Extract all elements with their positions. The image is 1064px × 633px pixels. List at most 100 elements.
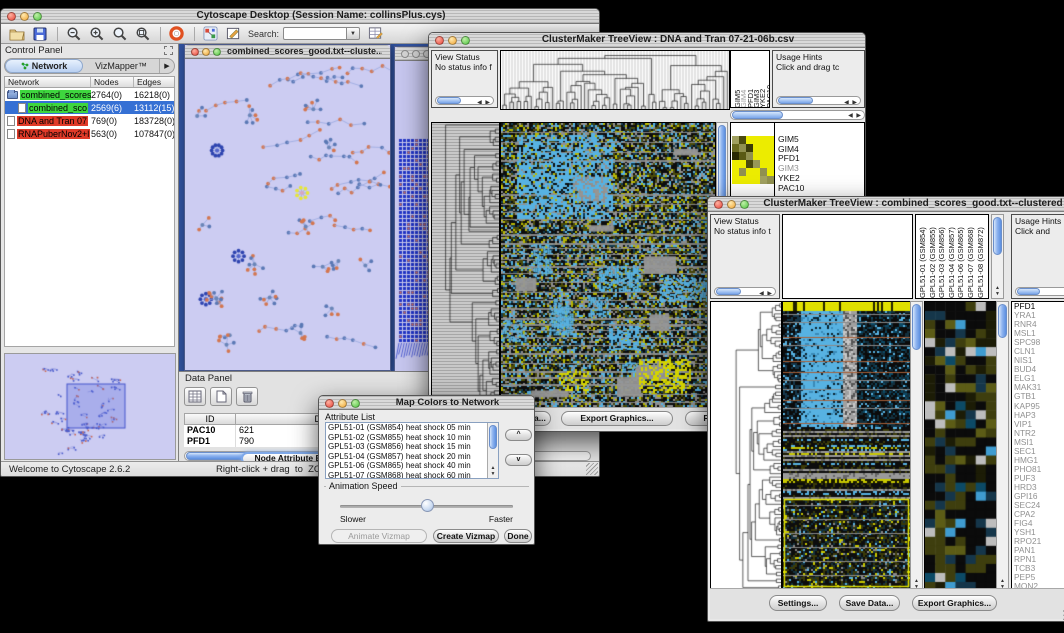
scrollbar-thumb[interactable]: [437, 97, 461, 104]
attribute-item[interactable]: GPL51-07 (GSM868) heat shock 60 min: [326, 471, 498, 480]
scroll-arrows[interactable]: ▲▼: [992, 285, 1003, 297]
zoom-selected-button[interactable]: [132, 25, 153, 42]
scrollbar-thumb[interactable]: [778, 97, 813, 104]
hscrollbar-thumb[interactable]: [732, 111, 783, 119]
table-edit-button[interactable]: [365, 25, 386, 42]
vscrollbar-thumb[interactable]: [993, 217, 1002, 255]
scrollbar-thumb[interactable]: [716, 288, 741, 295]
network-canvas[interactable]: [185, 59, 390, 370]
save-icon: [33, 27, 47, 41]
network-list-row[interactable]: RNAPuberNov2+l563(0)107847(0): [5, 127, 174, 140]
scroll-arrows[interactable]: ◀ ▶: [477, 98, 491, 105]
tab-overflow-button[interactable]: ▶: [159, 59, 174, 73]
network-list-row[interactable]: DNA and Tran 07769(0)183728(0): [5, 114, 174, 127]
status-scrollbar[interactable]: ◀ ▶: [714, 287, 776, 296]
row-dendrogram-canvas[interactable]: [431, 122, 500, 410]
settings-button[interactable]: Settings...: [769, 595, 827, 611]
col-edges[interactable]: Edges: [134, 77, 174, 87]
birdseye-view-canvas[interactable]: [4, 353, 176, 460]
vscrollbar-thumb[interactable]: [998, 304, 1007, 338]
close-button[interactable]: [325, 399, 334, 408]
scroll-arrows[interactable]: ◀ ▶: [844, 98, 858, 105]
open-file-button[interactable]: [6, 25, 27, 42]
attribute-item[interactable]: GPL51-02 (GSM855) heat shock 10 min: [326, 433, 498, 443]
zoom-matrix[interactable]: [732, 136, 774, 184]
search-dropdown-arrow[interactable]: ▼: [347, 27, 360, 40]
close-button[interactable]: [435, 36, 444, 45]
zoom-fit-button[interactable]: [109, 25, 130, 42]
scrollbar-thumb[interactable]: [1017, 288, 1040, 295]
minimize-button[interactable]: [202, 48, 210, 56]
annotation-button[interactable]: [223, 25, 244, 42]
close-button[interactable]: [191, 48, 199, 56]
speed-slider[interactable]: [340, 505, 513, 508]
animate-vizmap-button[interactable]: Animate Vizmap: [331, 529, 427, 543]
save-session-button[interactable]: [29, 25, 50, 42]
tab-vizmapper[interactable]: VizMapper™: [83, 59, 159, 73]
zoom-in-button[interactable]: [86, 25, 107, 42]
minimize-button[interactable]: [727, 200, 736, 209]
attribute-item[interactable]: GPL51-03 (GSM856) heat shock 15 min: [326, 442, 498, 452]
hints-scrollbar[interactable]: [1015, 287, 1064, 296]
zoom-out-button[interactable]: [63, 25, 84, 42]
network-tab-icon: [21, 62, 29, 70]
cytoscape-titlebar[interactable]: Cytoscape Desktop (Session Name: collins…: [1, 9, 599, 24]
create-vizmap-button[interactable]: Create Vizmap: [433, 529, 499, 543]
minimize-button[interactable]: [448, 36, 457, 45]
minimize-button[interactable]: [20, 12, 29, 21]
col-id[interactable]: ID: [184, 413, 236, 425]
attribute-item[interactable]: GPL51-01 (GSM854) heat shock 05 min: [326, 423, 498, 433]
attribute-item[interactable]: GPL51-06 (GSM865) heat shock 40 min: [326, 461, 498, 471]
global-heatmap-canvas[interactable]: [782, 301, 911, 592]
column-dendrogram-canvas[interactable]: [500, 50, 730, 110]
hints-scrollbar[interactable]: ◀ ▶: [776, 96, 861, 105]
zoom-vscrollbar[interactable]: ▲▼: [996, 301, 1009, 592]
scroll-arrows[interactable]: ▲▼: [488, 465, 498, 477]
close-button[interactable]: [401, 50, 409, 58]
attribute-item[interactable]: GPL51-04 (GSM857) heat shock 20 min: [326, 452, 498, 462]
scroll-arrows[interactable]: ◀ ▶: [848, 112, 862, 119]
resize-grip[interactable]: [586, 463, 598, 475]
export-graphics-button[interactable]: Export Graphics...: [912, 595, 997, 611]
select-attributes-button[interactable]: [184, 387, 206, 406]
status-scrollbar[interactable]: ◀ ▶: [435, 96, 494, 105]
scroll-arrows[interactable]: ◀ ▶: [759, 289, 773, 296]
network-list-row[interactable]: combined_sco2569(6)13112(15): [5, 101, 174, 114]
delete-attribute-button[interactable]: [236, 387, 258, 406]
zoom-button[interactable]: [740, 200, 749, 209]
zoom-hscrollbar[interactable]: ◀ ▶: [730, 110, 865, 120]
zoom-button[interactable]: [213, 48, 221, 56]
new-attribute-button[interactable]: [210, 387, 232, 406]
col-network[interactable]: Network: [5, 77, 91, 87]
move-down-button[interactable]: v: [505, 454, 532, 466]
vscrollbar-thumb[interactable]: [912, 304, 921, 350]
done-button[interactable]: Done: [504, 529, 532, 543]
col-nodes[interactable]: Nodes: [91, 77, 134, 87]
slider-thumb[interactable]: [421, 499, 434, 512]
minimize-button[interactable]: [412, 50, 420, 58]
tab-network[interactable]: Network: [5, 59, 83, 73]
save-data-button[interactable]: Save Data...: [839, 595, 900, 611]
search-input[interactable]: [283, 27, 347, 40]
network-list-row[interactable]: combined_scores_2764(0)16218(0): [5, 88, 174, 101]
attribute-list-scrollbar[interactable]: ▲▼: [487, 423, 498, 478]
close-button[interactable]: [7, 12, 16, 21]
zoom-button[interactable]: [351, 399, 360, 408]
zoom-heatmap-canvas[interactable]: [924, 301, 997, 592]
heatmap-vscrollbar[interactable]: ▲▼: [910, 301, 923, 592]
column-tree-panel[interactable]: [782, 214, 913, 299]
row-dendrogram-canvas[interactable]: [710, 301, 782, 592]
gene-label[interactable]: PAC10: [778, 184, 804, 194]
vizmapper-button[interactable]: [200, 25, 221, 42]
minimize-button[interactable]: [338, 399, 347, 408]
vscrollbar-thumb[interactable]: [489, 425, 497, 449]
move-up-button[interactable]: ^: [505, 429, 532, 441]
help-button[interactable]: [166, 25, 187, 42]
close-button[interactable]: [714, 200, 723, 209]
zoom-button[interactable]: [33, 12, 42, 21]
float-panel-icon[interactable]: [164, 46, 173, 55]
zoom-button[interactable]: [461, 36, 470, 45]
global-heatmap-canvas[interactable]: [500, 122, 716, 410]
label-vscrollbar[interactable]: ▲▼: [991, 214, 1004, 299]
export-graphics-button[interactable]: Export Graphics...: [561, 411, 673, 426]
